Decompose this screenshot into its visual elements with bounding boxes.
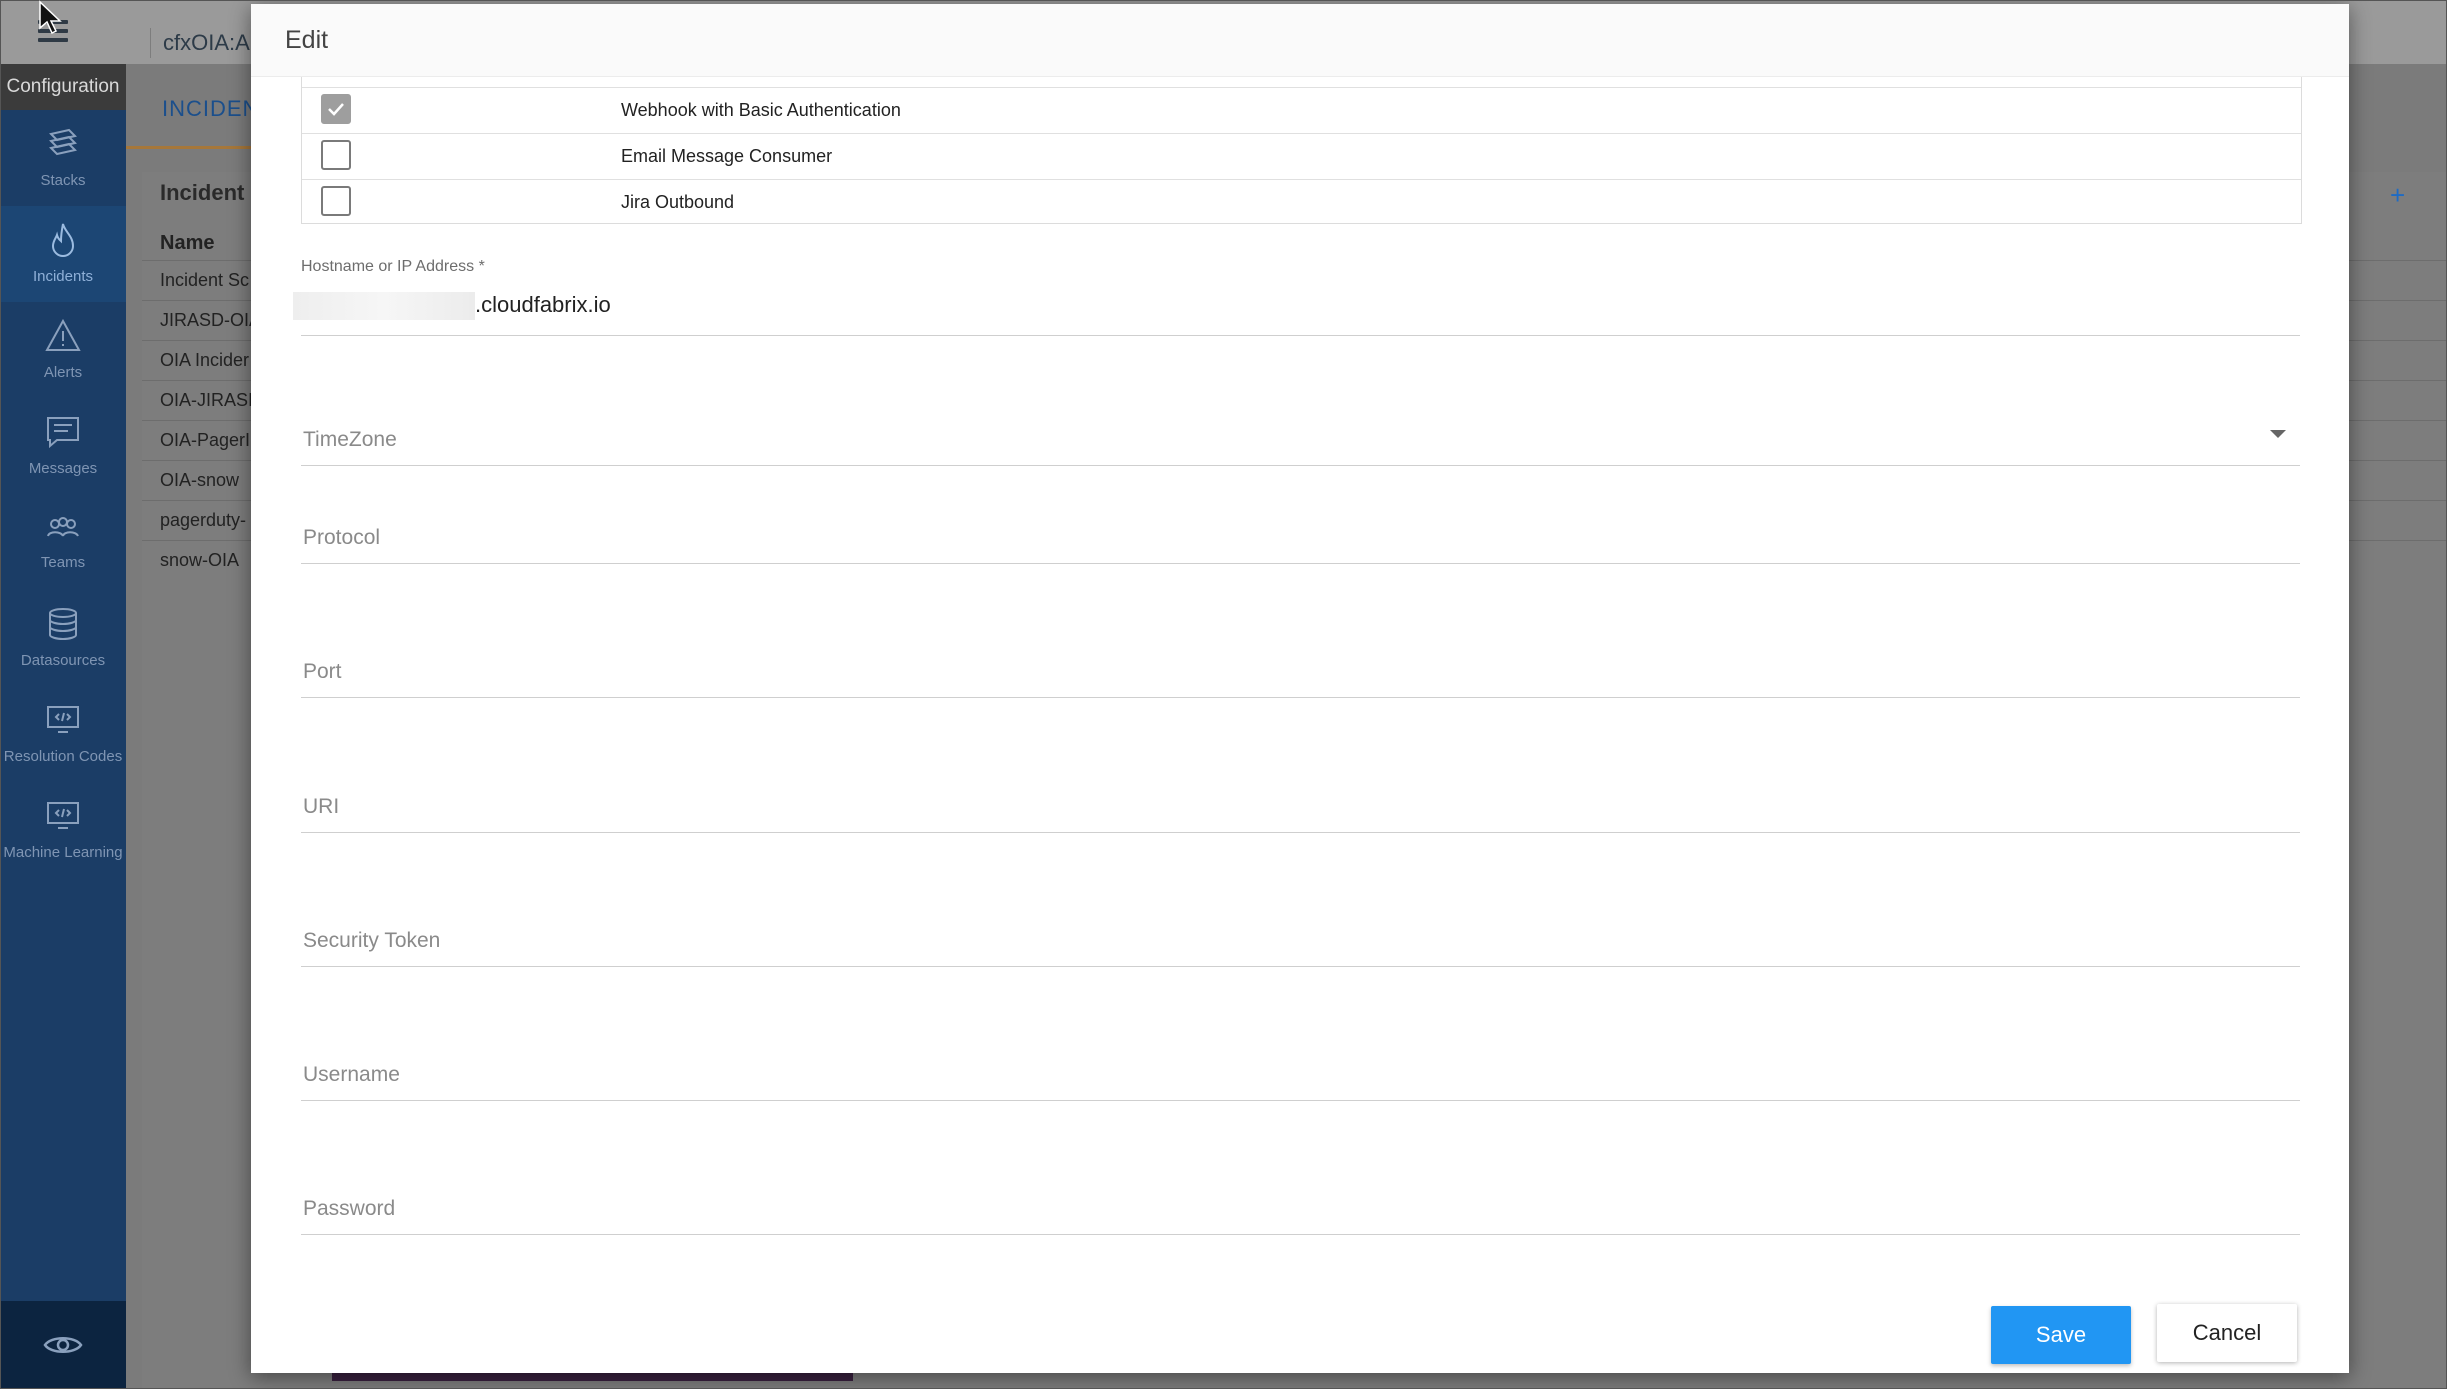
dialog-title: Edit: [285, 26, 329, 54]
security-token-field[interactable]: Security Token: [301, 917, 2300, 967]
message-icon: [47, 417, 79, 449]
destination-label: Webhook with Basic Authentication: [621, 100, 901, 120]
password-placeholder: Password: [303, 1197, 396, 1220]
sidebar-item-teams[interactable]: Teams: [0, 494, 126, 590]
dropdown-arrow-icon[interactable]: [2270, 430, 2286, 438]
database-icon: [49, 608, 77, 641]
destination-checkbox[interactable]: [321, 186, 351, 216]
add-icon[interactable]: +: [2390, 180, 2405, 211]
code-monitor-icon: [47, 802, 79, 829]
timezone-select[interactable]: TimeZone: [301, 416, 2300, 466]
security-token-placeholder: Security Token: [303, 929, 441, 952]
destination-row[interactable]: Email Message Consumer: [302, 133, 2301, 180]
sidebar-item-messages[interactable]: Messages: [0, 398, 126, 494]
sidebar-item-incidents[interactable]: Incidents: [0, 206, 126, 302]
app-title: cfxOIA:A: [163, 30, 250, 55]
tab-underline: [126, 146, 266, 149]
code-monitor-icon: [47, 706, 79, 733]
hostname-value[interactable]: .cloudfabrix.io: [293, 292, 611, 321]
sidebar-item-label: Messages: [28, 460, 98, 477]
redacted-text: [293, 292, 475, 321]
teams-icon: [47, 517, 79, 537]
port-placeholder: Port: [303, 660, 342, 683]
sidebar-item-stacks[interactable]: Stacks: [0, 110, 126, 206]
sidebar-item-label: Machine Learning: [3, 844, 123, 861]
sidebar-item-label: Datasources: [20, 652, 106, 669]
sidebar-item-label: Alerts: [43, 364, 83, 381]
destination-checkbox[interactable]: [321, 140, 351, 170]
stacks-icon: [49, 128, 77, 156]
destination-label: Email Message Consumer: [621, 146, 833, 166]
sidebar-item-datasources[interactable]: Datasources: [0, 590, 126, 686]
edit-dialog: Edit Webhook with Basic Authentication E…: [251, 4, 2349, 1373]
sidebar-item-label: Incidents: [32, 268, 94, 285]
username-field[interactable]: Username: [301, 1051, 2300, 1101]
header-divider: [150, 28, 151, 58]
uri-placeholder: URI: [303, 795, 340, 818]
uri-field[interactable]: URI: [301, 783, 2300, 833]
sidebar-item-machine-learning[interactable]: Machine Learning: [0, 782, 126, 878]
alert-triangle-icon: [45, 318, 81, 351]
sidebar: Configuration Stacks Incidents Alerts Me…: [0, 64, 126, 1389]
panel-title: Incident I: [160, 180, 257, 205]
sidebar-item-resolution-codes[interactable]: Resolution Codes: [0, 686, 126, 782]
destination-checkbox[interactable]: [321, 94, 351, 124]
sidebar-item-alerts[interactable]: Alerts: [0, 302, 126, 398]
visibility-toggle[interactable]: [0, 1301, 126, 1389]
destination-row[interactable]: Webhook with Basic Authentication: [302, 87, 2301, 134]
column-header-name: Name: [160, 232, 215, 254]
protocol-field[interactable]: Protocol: [301, 514, 2300, 564]
configuration-header: Configuration: [0, 64, 126, 110]
protocol-placeholder: Protocol: [303, 526, 381, 549]
destination-label: Jira Outbound: [621, 192, 735, 212]
eye-icon: [43, 1337, 83, 1353]
checkmark-icon: [328, 103, 344, 116]
dialog-header: Edit: [251, 4, 2349, 77]
incidents-icon: [51, 223, 75, 257]
destination-row[interactable]: Jira Outbound: [302, 179, 2301, 226]
sidebar-item-label: Teams: [40, 554, 86, 571]
mouse-cursor-icon: [39, 0, 62, 35]
hostname-field[interactable]: Hostname or IP Address * .cloudfabrix.io: [293, 258, 2300, 336]
timezone-placeholder: TimeZone: [303, 428, 397, 451]
sidebar-item-label: Stacks: [40, 172, 86, 189]
cancel-button[interactable]: Cancel: [2157, 1304, 2297, 1362]
password-field[interactable]: Password: [301, 1185, 2300, 1235]
sidebar-item-label: Resolution Codes: [3, 748, 123, 765]
save-button[interactable]: Save: [1991, 1306, 2131, 1364]
username-placeholder: Username: [303, 1063, 400, 1086]
port-field[interactable]: Port: [301, 648, 2300, 698]
hostname-label: Hostname or IP Address *: [301, 258, 485, 275]
